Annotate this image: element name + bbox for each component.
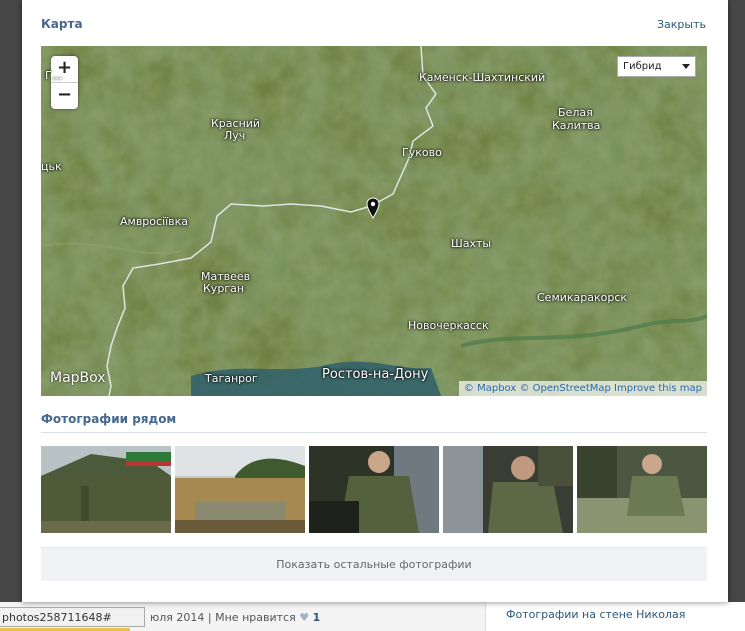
wall-photos-link[interactable]: Фотографии на стене Николая [506, 608, 685, 621]
map-label-belaya-kalitva-2: Калитва [552, 119, 601, 132]
nearby-photo-5[interactable] [577, 446, 707, 533]
nearby-photo-2[interactable] [175, 446, 305, 533]
status-bar-url: photos258711648# [0, 607, 145, 627]
map-label-krasny-luch-2: Луч [224, 129, 246, 142]
nearby-photos-strip [41, 446, 707, 533]
close-button[interactable]: Закрыть [657, 18, 706, 31]
heart-icon[interactable]: ♥ [299, 611, 309, 624]
meta-separator: | [207, 611, 212, 624]
zoom-out-button[interactable]: − [51, 82, 78, 109]
map-layer-select[interactable]: Гибрид [617, 56, 696, 77]
nearby-photo-1[interactable] [41, 446, 171, 533]
osm-attribution-link[interactable]: © OpenStreetMap [519, 383, 610, 394]
map-label-belaya-kalitva-1: Белая [558, 106, 593, 119]
map-label-amvrosievka: Амвросіївка [120, 215, 189, 228]
map-label-novocherkassk: Новочеркасск [408, 319, 489, 332]
nearby-photo-4[interactable] [443, 446, 573, 533]
mapbox-logo: MapBox [50, 370, 106, 386]
map-pin-icon[interactable] [366, 197, 380, 219]
post-meta: юля 2014 | Мне нравится ♥ 1 [150, 611, 320, 624]
zoom-control: + − [51, 56, 78, 109]
nearby-photo-3[interactable] [309, 446, 439, 533]
modal-title: Карта [41, 17, 83, 31]
map-label-rostov: Ростов-на-Дону [322, 367, 429, 382]
like-count: 1 [312, 611, 321, 624]
map-label-semikarakorsk: Семикаракорск [537, 291, 628, 304]
improve-map-link[interactable]: Improve this map [614, 383, 702, 394]
section-divider [41, 432, 707, 433]
map-label-gukovo: Гуково [402, 146, 442, 159]
map-label-partial-top: Г... [45, 69, 63, 82]
like-label[interactable]: Мне нравится [215, 611, 296, 624]
map-label-kamensk: Каменск-Шахтинский [419, 71, 546, 84]
post-date: юля 2014 [150, 611, 205, 624]
map-label-shakhty: Шахты [451, 237, 492, 250]
layer-select-value: Гибрид [623, 61, 662, 72]
map-view[interactable]: + − Гибрид Г... Каменск-Шахтинский Белая… [41, 46, 707, 396]
map-attribution: © Mapbox © OpenStreetMap Improve this ma… [458, 381, 707, 396]
show-more-photos-button[interactable]: Показать остальные фотографии [41, 547, 707, 581]
map-label-matveev-2: Курган [203, 282, 245, 295]
nearby-photos-title: Фотографии рядом [41, 412, 177, 426]
map-label-partial-left: цьк [41, 160, 62, 173]
mapbox-attribution-link[interactable]: © Mapbox [464, 383, 516, 394]
map-modal: Карта Закрыть + − Гибрид Г... Каменск-Ша… [22, 0, 728, 602]
map-label-taganrog: Таганрог [205, 372, 258, 385]
chevron-down-icon [682, 64, 690, 69]
